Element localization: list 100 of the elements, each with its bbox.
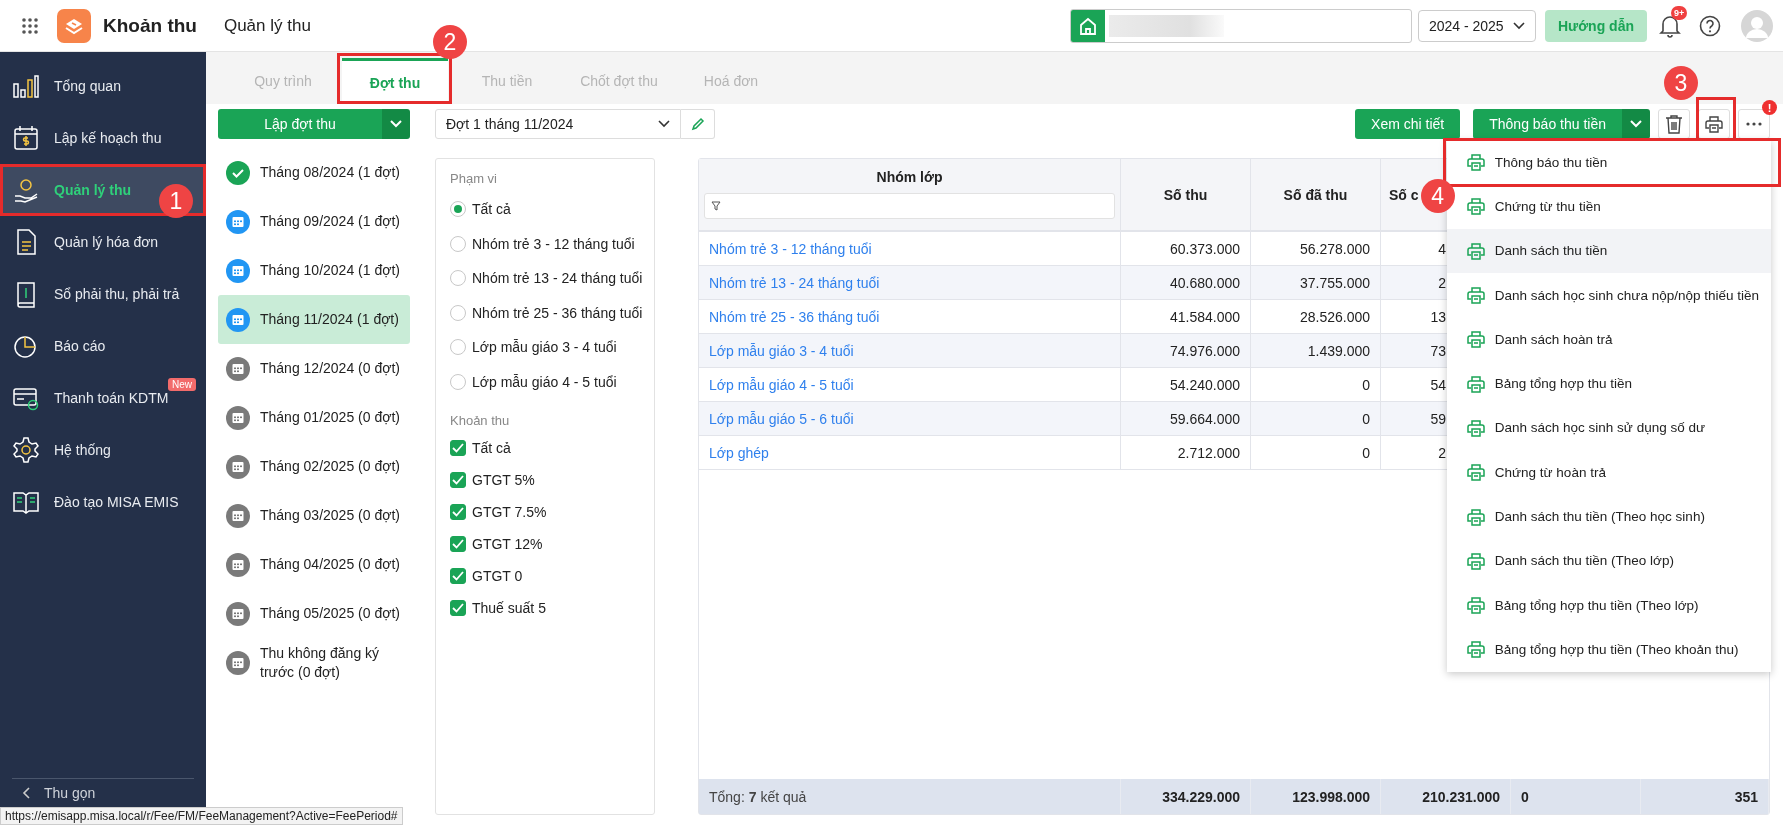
menu-item[interactable]: Bảng tổng hợp thu tiền bbox=[1446, 361, 1771, 406]
table-cell: 2.712.000 bbox=[1177, 444, 1240, 461]
school-field[interactable] bbox=[1069, 8, 1412, 43]
help-icon[interactable] bbox=[1699, 14, 1721, 37]
month-item[interactable]: Tháng 05/2025 (0 đợt) bbox=[218, 589, 410, 638]
radio-option[interactable]: Lớp mẫu giáo 3 - 4 tuổi bbox=[450, 330, 643, 365]
class-link[interactable]: Lớp mẫu giáo 4 - 5 tuổi bbox=[709, 376, 854, 393]
table-cell: 59 bbox=[1430, 410, 1446, 427]
table-cell: 0 bbox=[1362, 376, 1370, 393]
month-item[interactable]: Tháng 01/2025 (0 đợt) bbox=[218, 393, 410, 442]
menu-item[interactable]: Danh sách thu tiền bbox=[1446, 228, 1771, 273]
month-item[interactable]: Tháng 03/2025 (0 đợt) bbox=[218, 491, 410, 540]
checkbox[interactable] bbox=[450, 440, 466, 456]
column-header: Số đã thu bbox=[1283, 186, 1348, 203]
table-cell: 54 bbox=[1430, 376, 1446, 393]
checkbox-option[interactable]: Thuế suất 5 bbox=[450, 592, 640, 624]
calendar-icon bbox=[226, 210, 250, 234]
print-button[interactable] bbox=[1698, 109, 1730, 139]
menu-item[interactable]: Chứng từ hoàn trả bbox=[1446, 450, 1771, 495]
month-item[interactable]: Tháng 10/2024 (1 đợt) bbox=[218, 246, 410, 295]
radio-option[interactable]: Lớp mẫu giáo 4 - 5 tuổi bbox=[450, 364, 643, 399]
section-label: Phạm vi bbox=[450, 171, 498, 186]
checkbox-option[interactable]: GTGT 5% bbox=[450, 464, 640, 496]
section-label: Khoản thu bbox=[450, 413, 511, 428]
radio-option[interactable]: Nhóm trẻ 25 - 36 tháng tuổi bbox=[450, 295, 643, 330]
delete-button[interactable] bbox=[1658, 109, 1690, 139]
table-cell: 73 bbox=[1430, 342, 1446, 359]
radio-option[interactable]: Nhóm trẻ 13 - 24 tháng tuổi bbox=[450, 261, 643, 296]
gear-icon bbox=[12, 436, 40, 464]
coin-hand-icon bbox=[12, 176, 40, 204]
month-item[interactable]: Tháng 02/2025 (0 đợt) bbox=[218, 442, 410, 491]
dropdown-button[interactable] bbox=[1622, 109, 1650, 139]
sidebar-item[interactable]: Quản lý hóa đơn bbox=[0, 216, 206, 268]
filter-field[interactable] bbox=[704, 193, 1115, 219]
sidebar-item[interactable]: Đào tạo MISA EMIS bbox=[0, 476, 206, 528]
table-cell: 56.278.000 bbox=[1299, 240, 1370, 257]
calendar-icon bbox=[226, 651, 250, 675]
calendar-icon bbox=[226, 602, 250, 626]
new-badge: New bbox=[168, 378, 196, 391]
table-cell: 74.976.000 bbox=[1169, 342, 1240, 359]
sidebar-item[interactable]: Sổ phải thu, phải trả bbox=[0, 268, 206, 320]
table-cell: 37.755.000 bbox=[1299, 274, 1370, 291]
checkbox-option[interactable]: GTGT 12% bbox=[450, 528, 640, 560]
printer-icon bbox=[1466, 374, 1485, 393]
column-header: Số thu bbox=[1163, 186, 1208, 203]
printer-icon bbox=[1466, 418, 1485, 437]
menu-item[interactable]: Bảng tổng hợp thu tiền (Theo khoản thu) bbox=[1446, 627, 1771, 672]
total-cell: 210.231.000 bbox=[1422, 788, 1500, 805]
printer-icon bbox=[1466, 640, 1485, 659]
class-link[interactable]: Nhóm trẻ 25 - 36 tháng tuổi bbox=[709, 308, 880, 325]
edit-button[interactable] bbox=[681, 109, 715, 139]
calendar-icon bbox=[226, 259, 250, 283]
more-button[interactable] bbox=[1738, 109, 1770, 139]
calendar-icon bbox=[226, 455, 250, 479]
table-cell: 13 bbox=[1430, 308, 1446, 325]
notification-badge: 9+ bbox=[1671, 5, 1688, 20]
radio-option[interactable]: Nhóm trẻ 3 - 12 tháng tuổi bbox=[450, 226, 643, 261]
sidebar-item[interactable]: Thanh toán KDTM New bbox=[0, 372, 206, 424]
checkbox[interactable] bbox=[450, 600, 466, 616]
month-item[interactable]: Tháng 08/2024 (1 đợt) bbox=[218, 148, 410, 197]
checkbox[interactable] bbox=[450, 504, 466, 520]
month-item[interactable]: Tháng 09/2024 (1 đợt) bbox=[218, 197, 410, 246]
table-cell: 54.240.000 bbox=[1169, 376, 1240, 393]
checkbox-option[interactable]: Tất cả bbox=[450, 432, 640, 464]
collapse-button[interactable]: Thu gọn bbox=[12, 778, 194, 803]
chevron-down-icon bbox=[658, 120, 670, 128]
menu-item[interactable]: Danh sách thu tiền (Theo học sinh) bbox=[1446, 494, 1771, 539]
sidebar-item[interactable]: Hệ thống bbox=[0, 424, 206, 476]
month-item[interactable]: Tháng 04/2025 (0 đợt) bbox=[218, 540, 410, 589]
class-link[interactable]: Lớp ghép bbox=[709, 444, 769, 461]
class-link[interactable]: Nhóm trẻ 13 - 24 tháng tuổi bbox=[709, 274, 880, 291]
table-cell: 0 bbox=[1362, 444, 1370, 461]
checkbox-option[interactable]: GTGT 0 bbox=[450, 560, 640, 592]
radio-option[interactable]: Tất cả bbox=[450, 192, 643, 227]
checkbox[interactable] bbox=[450, 472, 466, 488]
year-select[interactable]: 2024 - 2025 bbox=[1417, 9, 1536, 42]
sidebar-item[interactable]: Tổng quan bbox=[0, 60, 206, 112]
filter-icon bbox=[711, 201, 721, 211]
checkbox[interactable] bbox=[450, 568, 466, 584]
sidebar-item[interactable]: Báo cáo bbox=[0, 320, 206, 372]
app-grid-icon[interactable] bbox=[22, 17, 38, 34]
menu-item[interactable]: Danh sách thu tiền (Theo lớp) bbox=[1446, 538, 1771, 583]
sidebar-item[interactable]: Lập kế hoạch thu bbox=[0, 112, 206, 164]
month-item[interactable]: Tháng 12/2024 (0 đợt) bbox=[218, 344, 410, 393]
menu-item[interactable]: Danh sách học sinh sử dụng số dư bbox=[1446, 405, 1771, 451]
calendar-icon bbox=[226, 308, 250, 332]
menu-item[interactable]: Danh sách học sinh chưa nộp/nộp thiếu tiền bbox=[1446, 272, 1771, 318]
status-url: https://emisapp.misa.local/r/Fee/FM/FeeManagement?Active=FeePeriod# bbox=[0, 807, 403, 825]
month-item[interactable]: Tháng 11/2024 (1 đợt) bbox=[218, 295, 410, 344]
app-title: Khoản thu bbox=[103, 14, 197, 37]
menu-item[interactable]: Bảng tổng hợp thu tiền (Theo lớp) bbox=[1446, 582, 1771, 628]
class-link[interactable]: Lớp mẫu giáo 5 - 6 tuổi bbox=[709, 410, 854, 427]
class-link[interactable]: Lớp mẫu giáo 3 - 4 tuổi bbox=[709, 342, 854, 359]
class-link[interactable]: Nhóm trẻ 3 - 12 tháng tuổi bbox=[709, 240, 872, 257]
menu-item[interactable]: Danh sách hoàn trả bbox=[1446, 317, 1771, 362]
period-select[interactable]: Đợt 1 tháng 11/2024 bbox=[435, 109, 681, 139]
month-item[interactable]: Thu không đăng ký trước (0 đợt) bbox=[218, 638, 410, 688]
checkbox-option[interactable]: GTGT 7.5% bbox=[450, 496, 640, 528]
dropdown-button[interactable] bbox=[382, 109, 410, 139]
checkbox[interactable] bbox=[450, 536, 466, 552]
